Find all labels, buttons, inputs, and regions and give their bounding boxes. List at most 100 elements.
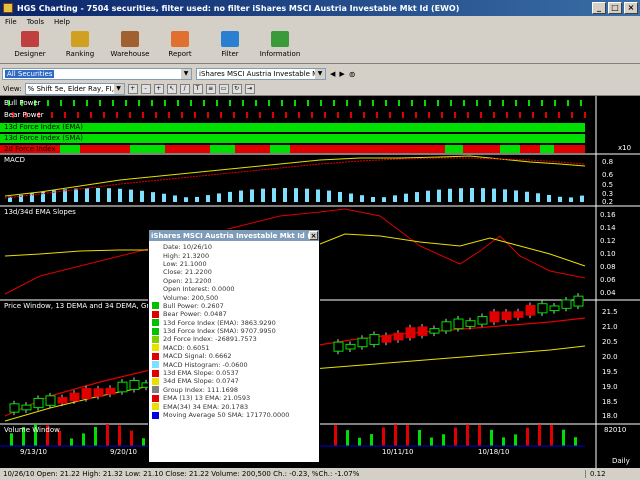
volume-bar: [370, 434, 373, 446]
bear-tick: [103, 112, 105, 118]
bull-tick: [307, 100, 309, 106]
popup-row: 13d Force Index (EMA): 3863.9290: [152, 319, 316, 327]
warehouse-button[interactable]: Warehouse: [108, 28, 152, 63]
macd-tick: 0.5: [602, 181, 614, 189]
macd-histogram-bar: [448, 188, 452, 202]
ranking-icon: [71, 31, 89, 47]
bull-tick: [541, 100, 543, 106]
bear-tick: [155, 112, 157, 118]
menu-tools[interactable]: Tools: [27, 18, 44, 26]
status-value: 0.12: [585, 470, 640, 478]
popup-title: iShares MSCI Austria Investable Mkt Id (…: [151, 231, 309, 240]
bull-tick: [554, 100, 556, 106]
filter-icon: [221, 31, 239, 47]
bull-tick: [333, 100, 335, 106]
zoom-out-icon[interactable]: -: [140, 83, 151, 94]
report-button[interactable]: Report: [158, 28, 202, 63]
close-button[interactable]: ×: [624, 2, 638, 14]
popup-row-text: 2d Force Index: -26891.7573: [163, 335, 257, 344]
bull-tick: [255, 100, 257, 106]
popup-row: 13d EMA Slope: 0.0537: [152, 369, 316, 377]
volume-bar: [538, 424, 541, 446]
popup-row-text: EMA(34) 34 EMA: 20.1783: [163, 402, 249, 411]
bear-tick: [324, 112, 326, 118]
popup-row: 13d Force Index (SMA): 9707.9950: [152, 327, 316, 335]
next-security-icon[interactable]: ▶: [339, 70, 344, 78]
period-label[interactable]: Daily: [612, 457, 630, 465]
slopes-tick: 0.06: [600, 276, 616, 284]
bull-tick: [515, 100, 517, 106]
line-tool-icon[interactable]: /: [179, 83, 190, 94]
legend-swatch: [152, 344, 159, 352]
filter-button[interactable]: Filter: [208, 28, 252, 63]
chevron-down-icon[interactable]: ▼: [315, 69, 325, 79]
information-button[interactable]: Information: [258, 28, 302, 63]
app-icon: [3, 3, 13, 13]
macd-histogram-bar: [118, 188, 122, 202]
legend-swatch: [152, 361, 159, 369]
text-tool-icon[interactable]: T: [192, 83, 203, 94]
bear-tick: [337, 112, 339, 118]
popup-title-bar: iShares MSCI Austria Investable Mkt Id (…: [149, 230, 319, 241]
popup-row-text: High: 21.3200: [163, 251, 210, 260]
bull-tick: [411, 100, 413, 106]
popup-row: Bear Power: 0.0487: [152, 310, 316, 318]
fi13-sma-strip: [0, 134, 585, 143]
security-select[interactable]: iShares MSCI Austria Investable Mkt Id ▼: [196, 68, 326, 80]
binoculars-icon[interactable]: ⊚: [349, 70, 356, 79]
warehouse-icon: [121, 31, 139, 47]
legend-swatch: [152, 294, 159, 301]
bear-tick: [441, 112, 443, 118]
macd-histogram-bar: [195, 196, 199, 202]
slopes-tick: 0.12: [600, 237, 616, 245]
menu-file[interactable]: File: [5, 18, 17, 26]
cursor-icon[interactable]: ↖: [166, 83, 177, 94]
refresh-icon[interactable]: ↻: [231, 83, 242, 94]
volume-bar: [394, 424, 397, 446]
bull-tick: [47, 100, 49, 106]
date-tick: 10/11/10: [382, 448, 414, 456]
date-tick: 9/20/10: [110, 448, 137, 456]
zoom-in-icon[interactable]: +: [127, 83, 138, 94]
export-icon[interactable]: ⇥: [244, 83, 255, 94]
panel-label-bull-power: Bull Power: [4, 99, 41, 107]
chart-area[interactable]: Bull Power Bear Power 13d Force Index (E…: [0, 96, 640, 468]
bear-tick: [506, 112, 508, 118]
legend-swatch: [152, 286, 159, 293]
candle-body: [525, 305, 536, 316]
minimize-button[interactable]: _: [592, 2, 606, 14]
legend-swatch: [152, 244, 159, 251]
settings-icon[interactable]: ≡: [205, 83, 216, 94]
close-icon[interactable]: ×: [309, 231, 318, 240]
panel-label-macd: MACD: [4, 156, 25, 164]
chevron-down-icon[interactable]: ▼: [181, 69, 191, 79]
popup-row: Date: 10/26/10: [152, 243, 316, 251]
bear-tick: [298, 112, 300, 118]
title-bar: HGS Charting - 7504 securities, filter u…: [0, 0, 640, 16]
macd-histogram-bar: [85, 188, 89, 202]
candle-body: [441, 321, 452, 332]
maximize-button[interactable]: □: [608, 2, 622, 14]
popup-row-text: Bull Power: 0.2607: [163, 301, 224, 310]
security-list-select[interactable]: All Securities ▼: [2, 68, 192, 80]
print-icon[interactable]: ▭: [218, 83, 229, 94]
bull-tick: [125, 100, 127, 106]
date-tick: 10/18/10: [478, 448, 510, 456]
volume-bar: [454, 427, 457, 446]
bull-tick: [450, 100, 452, 106]
view-select[interactable]: % Shift 5e, Elder Ray, FI, 1 ▼: [24, 82, 125, 95]
macd-histogram-bar: [514, 190, 518, 202]
ranking-button[interactable]: Ranking: [58, 28, 102, 63]
price-tick: 21.5: [602, 308, 618, 316]
bear-tick: [350, 112, 352, 118]
chevron-down-icon[interactable]: ▼: [113, 83, 124, 94]
prev-security-icon[interactable]: ◀: [330, 70, 335, 78]
macd-histogram-bar: [404, 193, 408, 202]
crosshair-icon[interactable]: +: [153, 83, 164, 94]
popup-row-text: Open: 21.2200: [163, 276, 212, 285]
bear-tick: [545, 112, 547, 118]
menu-help[interactable]: Help: [54, 18, 70, 26]
popup-row-text: Close: 21.2200: [163, 268, 212, 277]
designer-button[interactable]: Designer: [8, 28, 52, 63]
bear-tick: [285, 112, 287, 118]
